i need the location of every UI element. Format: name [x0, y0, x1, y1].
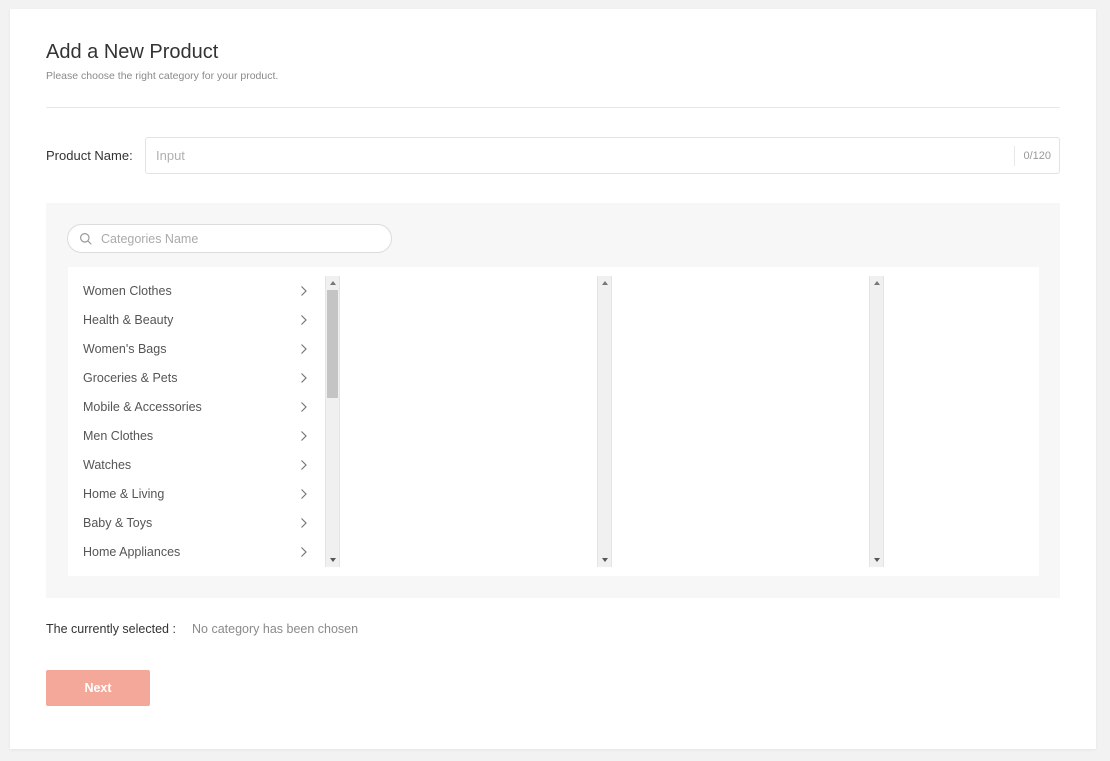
- product-name-input[interactable]: [146, 138, 1015, 173]
- category-item[interactable]: Groceries & Pets: [68, 363, 324, 392]
- category-search-box[interactable]: [67, 224, 392, 253]
- category-item[interactable]: Health & Beauty: [68, 305, 324, 334]
- selected-category-value: No category has been chosen: [192, 622, 359, 636]
- product-name-field: 0/120: [145, 137, 1060, 174]
- category-item-label: Home & Living: [83, 486, 165, 501]
- category-item-label: Women's Bags: [83, 341, 167, 356]
- scroll-down-arrow-icon[interactable]: [874, 558, 880, 562]
- category-item-label: Baby & Toys: [83, 515, 153, 530]
- category-item[interactable]: Home & Living: [68, 479, 324, 508]
- column-3-scrollbar[interactable]: [869, 276, 884, 567]
- category-item-label: Watches: [83, 457, 132, 472]
- category-item[interactable]: Men Clothes: [68, 421, 324, 450]
- category-panel: Women Clothes Health & Beauty Women's Bags…: [46, 203, 1060, 598]
- category-column-3: [612, 267, 884, 576]
- chevron-right-icon: [299, 545, 309, 559]
- chevron-right-icon: [299, 487, 309, 501]
- char-counter: 0/120: [1014, 145, 1059, 166]
- page-title: Add a New Product: [46, 41, 219, 63]
- chevron-right-icon: [299, 516, 309, 530]
- category-column-2: [340, 267, 612, 576]
- chevron-right-icon: [299, 400, 309, 414]
- category-list: Women Clothes Health & Beauty Women's Bags…: [68, 276, 324, 566]
- scroll-down-arrow-icon[interactable]: [330, 558, 336, 562]
- category-item-label: Health & Beauty: [83, 312, 174, 327]
- category-item-label: Groceries & Pets: [83, 370, 178, 385]
- category-item[interactable]: Home Appliances: [68, 537, 324, 566]
- chevron-right-icon: [299, 342, 309, 356]
- scroll-up-arrow-icon[interactable]: [874, 281, 880, 285]
- chevron-right-icon: [299, 284, 309, 298]
- category-item-label: Mobile & Accessories: [83, 399, 202, 414]
- chevron-right-icon: [299, 429, 309, 443]
- category-item-label: Home Appliances: [83, 544, 181, 559]
- column-2-scrollbar[interactable]: [597, 276, 612, 567]
- category-column-1: Women Clothes Health & Beauty Women's Bags…: [68, 267, 340, 576]
- category-search-input[interactable]: [101, 231, 391, 246]
- category-item-label: Men Clothes: [83, 428, 154, 443]
- category-columns: Women Clothes Health & Beauty Women's Bags…: [68, 267, 1039, 576]
- category-item[interactable]: Mobile & Accessories: [68, 392, 324, 421]
- next-button[interactable]: Next: [46, 670, 150, 706]
- chevron-right-icon: [299, 371, 309, 385]
- column-1-scrollbar[interactable]: [325, 276, 340, 567]
- chevron-right-icon: [299, 313, 309, 327]
- product-name-label: Product Name:: [46, 148, 133, 163]
- category-item[interactable]: Women Clothes: [68, 276, 324, 305]
- category-item-label: Women Clothes: [83, 283, 172, 298]
- add-product-card: Add a New Product Please choose the righ…: [10, 9, 1096, 749]
- category-column-4: [884, 267, 1039, 576]
- scroll-down-arrow-icon[interactable]: [602, 558, 608, 562]
- category-item[interactable]: Baby & Toys: [68, 508, 324, 537]
- search-icon: [79, 232, 93, 246]
- chevron-right-icon: [299, 458, 309, 472]
- header-divider: [46, 107, 1060, 108]
- selected-category-label: The currently selected :: [46, 622, 176, 636]
- category-item[interactable]: Women's Bags: [68, 334, 324, 363]
- scroll-up-arrow-icon[interactable]: [330, 281, 336, 285]
- category-item[interactable]: Watches: [68, 450, 324, 479]
- page-subtitle: Please choose the right category for you…: [46, 70, 279, 82]
- scroll-up-arrow-icon[interactable]: [602, 281, 608, 285]
- scroll-thumb[interactable]: [327, 290, 338, 398]
